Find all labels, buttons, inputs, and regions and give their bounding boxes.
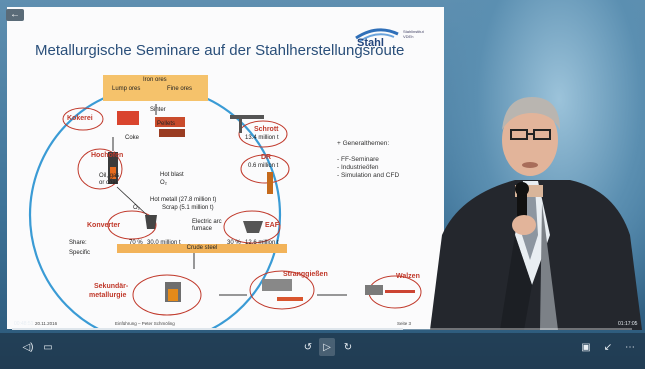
footer-date: 20.11.2016	[35, 321, 58, 326]
progress-bar[interactable]	[12, 328, 632, 330]
subtitles-button[interactable]: ▭	[40, 338, 56, 356]
walzen-label: Walzen	[396, 273, 420, 280]
general-topic-item: - FF-Seminare	[337, 156, 379, 163]
eaf-label: EAF	[265, 222, 279, 229]
subtitle-icon: ▭	[43, 341, 53, 353]
caster	[262, 279, 292, 291]
o2-label-b: O₂	[133, 205, 140, 211]
general-topics-head: + Generalthemen:	[337, 140, 390, 147]
share-label: Share:	[69, 240, 87, 246]
iron-ores-label: Iron ores	[143, 77, 167, 83]
lump-ores-label: Lump ores	[112, 86, 141, 92]
progress-fill	[12, 328, 403, 330]
current-time: 00:48:51	[14, 321, 34, 327]
scrap-crane	[230, 115, 264, 119]
fine-ores-label: Fine ores	[167, 86, 193, 92]
volume-button[interactable]: ◁)	[20, 338, 36, 356]
forward-icon: ↻	[343, 341, 353, 353]
hot-blast-label: Hot blast	[160, 172, 184, 178]
hochofen-label: Hochofen	[91, 152, 124, 159]
rewind-icon: ↺	[303, 341, 313, 353]
crude-steel-bar: Crude steel	[117, 244, 287, 253]
konverter-label: Konverter	[87, 222, 121, 229]
rewind-button[interactable]: ↺	[300, 338, 316, 356]
rolling-mill	[365, 285, 383, 295]
kokerei-label: Kokerei	[67, 115, 93, 122]
exit-fullscreen-icon: ↙	[603, 341, 613, 353]
oil-gas-label: Oil, gas or coal	[99, 173, 120, 186]
scrap-label: Scrap (5.1 million t)	[162, 205, 214, 211]
coke-oven	[117, 111, 139, 125]
back-button[interactable]: ←	[6, 9, 24, 21]
schrott-value: 13.4 million t	[245, 135, 279, 141]
sekundar-label: Sekundär-	[94, 283, 129, 290]
dr-label: DR	[261, 154, 272, 161]
stranggiessen-label: Stranggießen	[283, 271, 328, 278]
converter-vessel	[145, 215, 157, 229]
general-topics: + Generalthemen: - FF-Seminare - Industr…	[337, 140, 399, 180]
presenter-video	[430, 97, 642, 330]
presentation-slide: Stahl Stahlinstitut VDEh Metallurgische …	[7, 7, 444, 329]
play-button[interactable]: ▷	[319, 338, 335, 356]
speaker-icon: ◁)	[22, 341, 34, 353]
forward-button[interactable]: ↻	[340, 338, 356, 356]
pellets-label: Pellets	[157, 121, 176, 127]
total-time: 01:17:05	[618, 321, 638, 327]
pellet-belt	[159, 129, 185, 137]
footer-page: Seite 3	[397, 321, 412, 326]
eaf-vessel	[243, 221, 263, 233]
hot-metal-label: Hot metall (27.8 million t)	[150, 197, 217, 203]
eaf-description: Electric arc furnace	[192, 219, 222, 232]
coke-label: Coke	[125, 135, 140, 141]
captions-icon: ▣	[581, 341, 591, 353]
o2-label-a: O₂	[160, 180, 167, 186]
play-icon: ▷	[323, 341, 331, 353]
footer-author: Einführung – Peter Schmöling	[115, 321, 175, 326]
more-icon: ⋯	[625, 341, 635, 353]
specific-label: Specific	[69, 250, 91, 256]
metallurgie-label: metallurgie	[89, 292, 127, 299]
sinter-label: Sinter	[150, 107, 166, 113]
general-topic-item: - Industrieöfen	[337, 164, 379, 171]
schrott-label: Schrott	[254, 126, 279, 133]
exit-fullscreen-button[interactable]: ↙	[600, 338, 616, 356]
dr-shaft	[267, 172, 273, 194]
schrott-ring	[238, 120, 288, 148]
video-stage[interactable]: Stahl Stahlinstitut VDEh Metallurgische …	[0, 0, 645, 369]
captions-button[interactable]: ▣	[578, 338, 594, 356]
dr-value: 0.6 million t	[248, 163, 279, 169]
general-topic-item: - Simulation and CFD	[337, 172, 400, 179]
more-options-button[interactable]: ⋯	[622, 338, 638, 356]
back-arrow-icon: ←	[10, 9, 20, 20]
